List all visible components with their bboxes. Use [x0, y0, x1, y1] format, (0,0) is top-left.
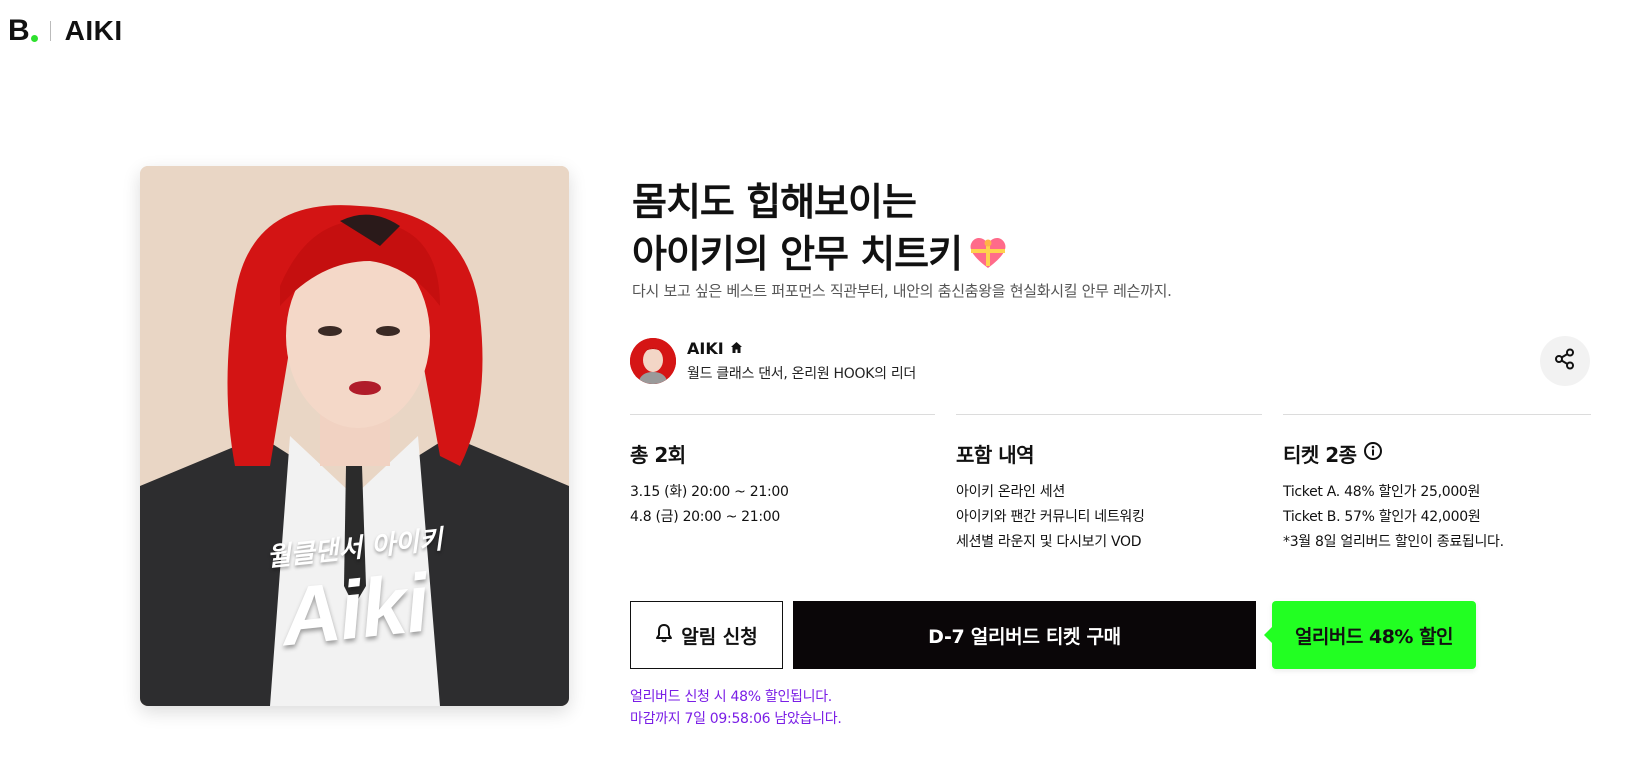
include-item: 아이키 온라인 세션 [956, 484, 1065, 500]
creator-description: 월드 클래스 댄서, 온리원 HOOK의 리더 [687, 366, 916, 382]
ticket-item: Ticket B. 57% 할인가 42,000원 [1283, 509, 1481, 525]
notify-button[interactable]: 알림 신청 [630, 601, 783, 669]
header-divider [49, 21, 51, 41]
site-logo[interactable]: B [8, 16, 38, 46]
gift-heart-icon [968, 231, 1008, 283]
product-title: 몸치도 힙해보이는 아이키의 안무 치트키 [632, 176, 1008, 283]
sessions-list: 3.15 (화) 20:00 ~ 21:00 4.8 (금) 20:00 ~ 2… [630, 480, 935, 530]
tickets-title: 티켓 2종 [1283, 443, 1357, 467]
notice-countdown: 마감까지 7일 09:58:06 남았습니다. [630, 711, 842, 727]
share-button[interactable] [1540, 336, 1590, 386]
creator-name-row: AIKI [687, 339, 916, 358]
logo-dot [30, 35, 38, 42]
early-bird-notice: 얼리버드 신청 시 48% 할인됩니다. 마감까지 7일 09:58:06 남았… [630, 686, 842, 730]
creator-profile[interactable]: AIKI 월드 클래스 댄서, 온리원 HOOK의 리더 [630, 338, 916, 384]
info-icon[interactable] [1363, 441, 1383, 466]
site-header: B AIKI [8, 14, 123, 48]
title-line-2-text: 아이키의 안무 치트키 [632, 232, 963, 276]
creator-name[interactable]: AIKI [687, 339, 724, 358]
include-item: 아이키와 팬간 커뮤니티 네트워킹 [956, 509, 1145, 525]
logo-letter: B [8, 14, 30, 47]
include-item: 세션별 라운지 및 다시보기 VOD [956, 534, 1142, 550]
session-item: 4.8 (금) 20:00 ~ 21:00 [630, 509, 780, 525]
tickets-section: 티켓 2종 Ticket A. 48% 할인가 25,000원 Ticket B… [1283, 414, 1591, 555]
includes-list: 아이키 온라인 세션 아이키와 팬간 커뮤니티 네트워킹 세션별 라운지 및 다… [956, 480, 1262, 555]
buy-ticket-button[interactable]: D-7 얼리버드 티켓 구매 [793, 601, 1256, 669]
creator-info: AIKI 월드 클래스 댄서, 온리원 HOOK의 리더 [687, 339, 916, 383]
bell-icon [655, 623, 673, 648]
product-subtitle: 다시 보고 싶은 베스트 퍼포먼스 직관부터, 내안의 춤신춤왕을 현실화시킬 … [632, 282, 1172, 300]
notify-button-label: 알림 신청 [681, 625, 758, 648]
tickets-list: Ticket A. 48% 할인가 25,000원 Ticket B. 57% … [1283, 480, 1591, 555]
includes-title: 포함 내역 [956, 443, 1035, 467]
tickets-title-row: 티켓 2종 [1283, 439, 1591, 468]
ticket-note: *3월 8일 얼리버드 할인이 종료됩니다. [1283, 534, 1504, 550]
brand-name[interactable]: AIKI [65, 15, 123, 47]
session-item: 3.15 (화) 20:00 ~ 21:00 [630, 484, 789, 500]
share-icon [1554, 348, 1576, 374]
sessions-section: 총 2회 3.15 (화) 20:00 ~ 21:00 4.8 (금) 20:0… [630, 414, 935, 530]
home-icon[interactable] [730, 339, 743, 358]
avatar[interactable] [630, 338, 676, 384]
sessions-title: 총 2회 [630, 443, 686, 467]
discount-badge: 얼리버드 48% 할인 [1264, 601, 1476, 669]
title-line-2: 아이키의 안무 치트키 [632, 228, 1008, 283]
ticket-item: Ticket A. 48% 할인가 25,000원 [1283, 484, 1481, 500]
includes-section: 포함 내역 아이키 온라인 세션 아이키와 팬간 커뮤니티 네트워킹 세션별 라… [956, 414, 1262, 555]
hero-image: 월클댄서 아이키 Aiki [140, 166, 569, 706]
title-line-1: 몸치도 힙해보이는 [632, 180, 917, 224]
notice-line-1: 얼리버드 신청 시 48% 할인됩니다. [630, 689, 832, 705]
